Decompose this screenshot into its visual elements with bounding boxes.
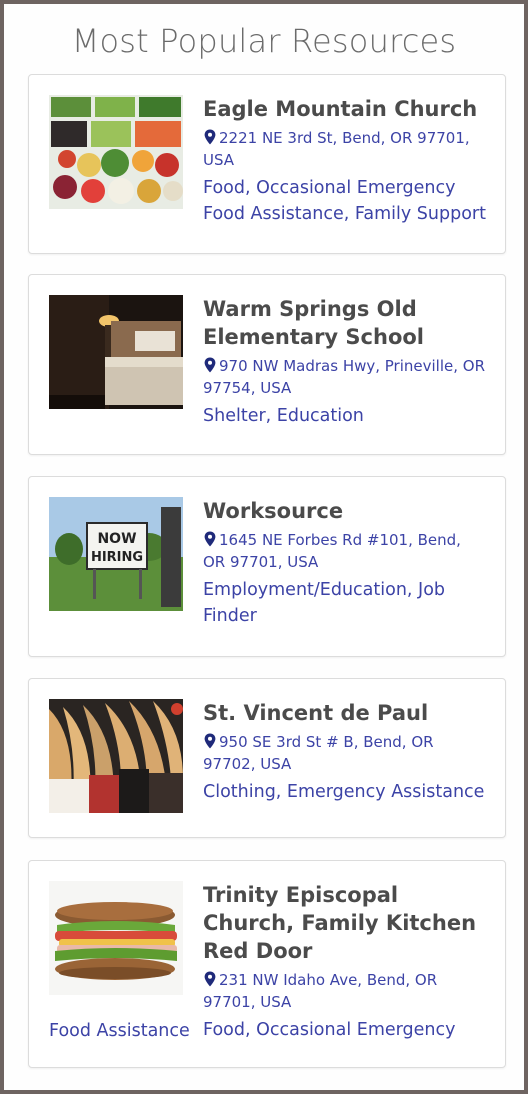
resource-address[interactable]: 970 NW Madras Hwy, Prineville, OR 97754,… bbox=[203, 355, 487, 399]
vegetables-photo[interactable] bbox=[49, 95, 183, 209]
map-pin-icon bbox=[203, 531, 217, 547]
sandwich-photo[interactable] bbox=[49, 881, 183, 995]
resource-info: St. Vincent de Paul 950 SE 3rd St # B, B… bbox=[203, 699, 487, 805]
map-pin-icon bbox=[203, 971, 217, 987]
resource-name[interactable]: Trinity Episcopal Church, Family Kitchen… bbox=[203, 881, 487, 965]
clothes-hangers-photo[interactable] bbox=[49, 699, 183, 813]
resource-card-worksource[interactable]: NOW HIRING Worksource 1645 NE Forbes Rd … bbox=[28, 476, 506, 657]
resource-categories-continued[interactable]: Food Assistance bbox=[49, 1018, 487, 1044]
resource-categories[interactable]: Shelter, Education bbox=[203, 403, 487, 429]
resource-address-text: 1645 NE Forbes Rd #101, Bend, OR 97701, … bbox=[203, 531, 461, 571]
resource-address-text: 231 NW Idaho Ave, Bend, OR 97701, USA bbox=[203, 971, 438, 1011]
resource-address[interactable]: 1645 NE Forbes Rd #101, Bend, OR 97701, … bbox=[203, 529, 487, 573]
resource-categories[interactable]: Employment/Education, Job Finder bbox=[203, 577, 487, 629]
svg-text:NOW: NOW bbox=[97, 531, 136, 547]
page-frame: Most Popular Resources Eagle Mountain Ch… bbox=[0, 0, 528, 1094]
resource-name[interactable]: Warm Springs Old Elementary School bbox=[203, 295, 487, 351]
resource-info: Warm Springs Old Elementary School 970 N… bbox=[203, 295, 487, 429]
resource-card-st-vincent-de-paul[interactable]: St. Vincent de Paul 950 SE 3rd St # B, B… bbox=[28, 678, 506, 838]
resource-address-text: 2221 NE 3rd St, Bend, OR 97701, USA bbox=[203, 129, 470, 169]
resource-name[interactable]: Eagle Mountain Church bbox=[203, 95, 487, 123]
resource-card-warm-springs[interactable]: Warm Springs Old Elementary School 970 N… bbox=[28, 274, 506, 455]
resource-info: Eagle Mountain Church 2221 NE 3rd St, Be… bbox=[203, 95, 487, 227]
resource-address-text: 950 SE 3rd St # B, Bend, OR 97702, USA bbox=[203, 733, 434, 773]
resource-address[interactable]: 231 NW Idaho Ave, Bend, OR 97701, USA bbox=[203, 969, 487, 1013]
resource-name[interactable]: Worksource bbox=[203, 497, 487, 525]
svg-text:HIRING: HIRING bbox=[91, 550, 143, 565]
resource-address-text: 970 NW Madras Hwy, Prineville, OR 97754,… bbox=[203, 357, 486, 397]
map-pin-icon bbox=[203, 129, 217, 145]
resource-card-trinity-episcopal[interactable]: Trinity Episcopal Church, Family Kitchen… bbox=[28, 860, 506, 1068]
resource-name[interactable]: St. Vincent de Paul bbox=[203, 699, 487, 727]
resource-categories[interactable]: Clothing, Emergency Assistance bbox=[203, 779, 487, 805]
now-hiring-sign-photo[interactable]: NOW HIRING bbox=[49, 497, 183, 611]
resource-card-eagle-mountain-church[interactable]: Eagle Mountain Church 2221 NE 3rd St, Be… bbox=[28, 74, 506, 254]
bedroom-photo[interactable] bbox=[49, 295, 183, 409]
map-pin-icon bbox=[203, 357, 217, 373]
resource-address[interactable]: 2221 NE 3rd St, Bend, OR 97701, USA bbox=[203, 127, 487, 171]
page-title: Most Popular Resources bbox=[71, 22, 457, 60]
map-pin-icon bbox=[203, 733, 217, 749]
resource-address[interactable]: 950 SE 3rd St # B, Bend, OR 97702, USA bbox=[203, 731, 487, 775]
resource-info: Worksource 1645 NE Forbes Rd #101, Bend,… bbox=[203, 497, 487, 629]
resource-categories[interactable]: Food, Occasional Emergency Food Assistan… bbox=[203, 175, 487, 227]
